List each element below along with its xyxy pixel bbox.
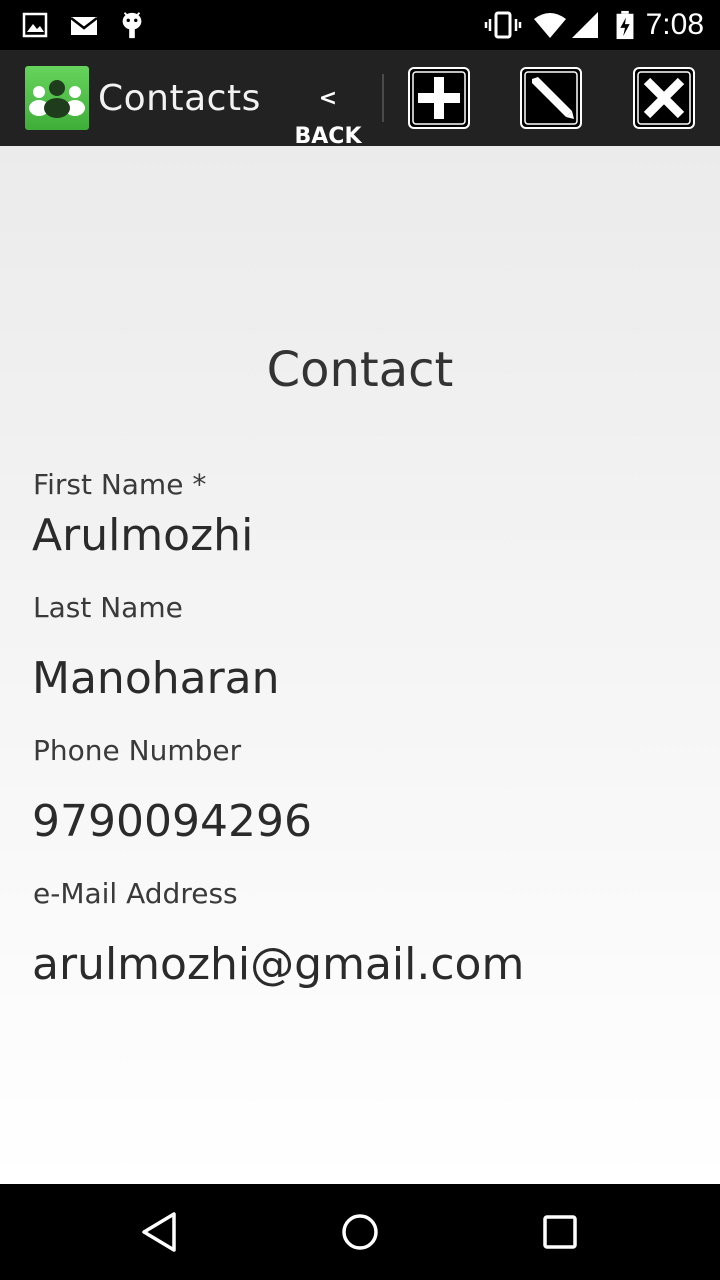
last-name-value: Manoharan	[32, 653, 280, 704]
phone-number-value: 9790094296	[32, 796, 312, 847]
phone-number-label: Phone Number	[33, 734, 242, 767]
contacts-people-icon	[29, 80, 85, 118]
back-button[interactable]: < BACK	[282, 80, 374, 149]
email-notification-icon	[70, 17, 98, 35]
status-bar: 7:08	[0, 0, 720, 50]
action-bar-divider	[382, 74, 384, 122]
add-icon[interactable]	[408, 67, 470, 129]
image-notification-icon	[22, 12, 48, 38]
system-nav-bar	[0, 1184, 720, 1280]
action-bar: Contacts < BACK	[0, 50, 720, 149]
contact-detail-panel: Contact First Name * Arulmozhi Last Name…	[0, 146, 720, 1184]
last-name-label: Last Name	[33, 591, 183, 624]
first-name-label: First Name *	[33, 468, 207, 501]
recents-square-icon[interactable]	[534, 1206, 586, 1258]
delete-icon[interactable]	[633, 67, 695, 129]
edit-icon[interactable]	[520, 67, 582, 129]
wifi-icon	[534, 13, 566, 38]
first-name-value: Arulmozhi	[32, 510, 254, 561]
android-debug-icon	[122, 12, 142, 39]
app-title: Contacts	[98, 78, 261, 119]
email-value: arulmozhi@gmail.com	[32, 939, 525, 990]
back-triangle-icon[interactable]	[134, 1206, 186, 1258]
email-label: e-Mail Address	[33, 877, 238, 910]
status-time: 7:08	[645, 8, 704, 41]
battery-charging-icon	[616, 10, 634, 40]
home-circle-icon[interactable]	[334, 1206, 386, 1258]
vibrate-icon	[484, 11, 522, 39]
app-logo[interactable]	[25, 66, 89, 130]
cell-signal-icon	[572, 12, 598, 38]
page-title: Contact	[266, 342, 454, 398]
